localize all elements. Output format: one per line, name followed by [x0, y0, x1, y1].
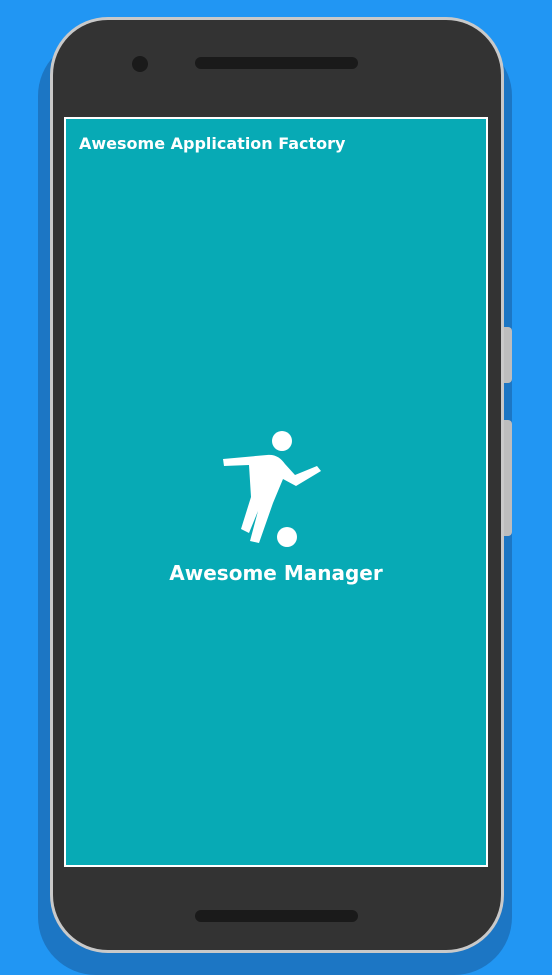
splash-content: Awesome Manager: [66, 431, 486, 585]
front-camera: [132, 56, 148, 72]
app-title: Awesome Application Factory: [79, 134, 346, 153]
soccer-player-icon: [223, 431, 321, 547]
device-stage: Awesome Application Factory Awesome Mana…: [0, 0, 552, 975]
bottom-speaker: [195, 910, 358, 922]
power-button[interactable]: [504, 420, 512, 536]
earpiece-speaker: [195, 57, 358, 69]
app-screen: Awesome Application Factory Awesome Mana…: [64, 117, 488, 867]
app-name: Awesome Manager: [169, 561, 383, 585]
volume-button[interactable]: [504, 327, 512, 383]
